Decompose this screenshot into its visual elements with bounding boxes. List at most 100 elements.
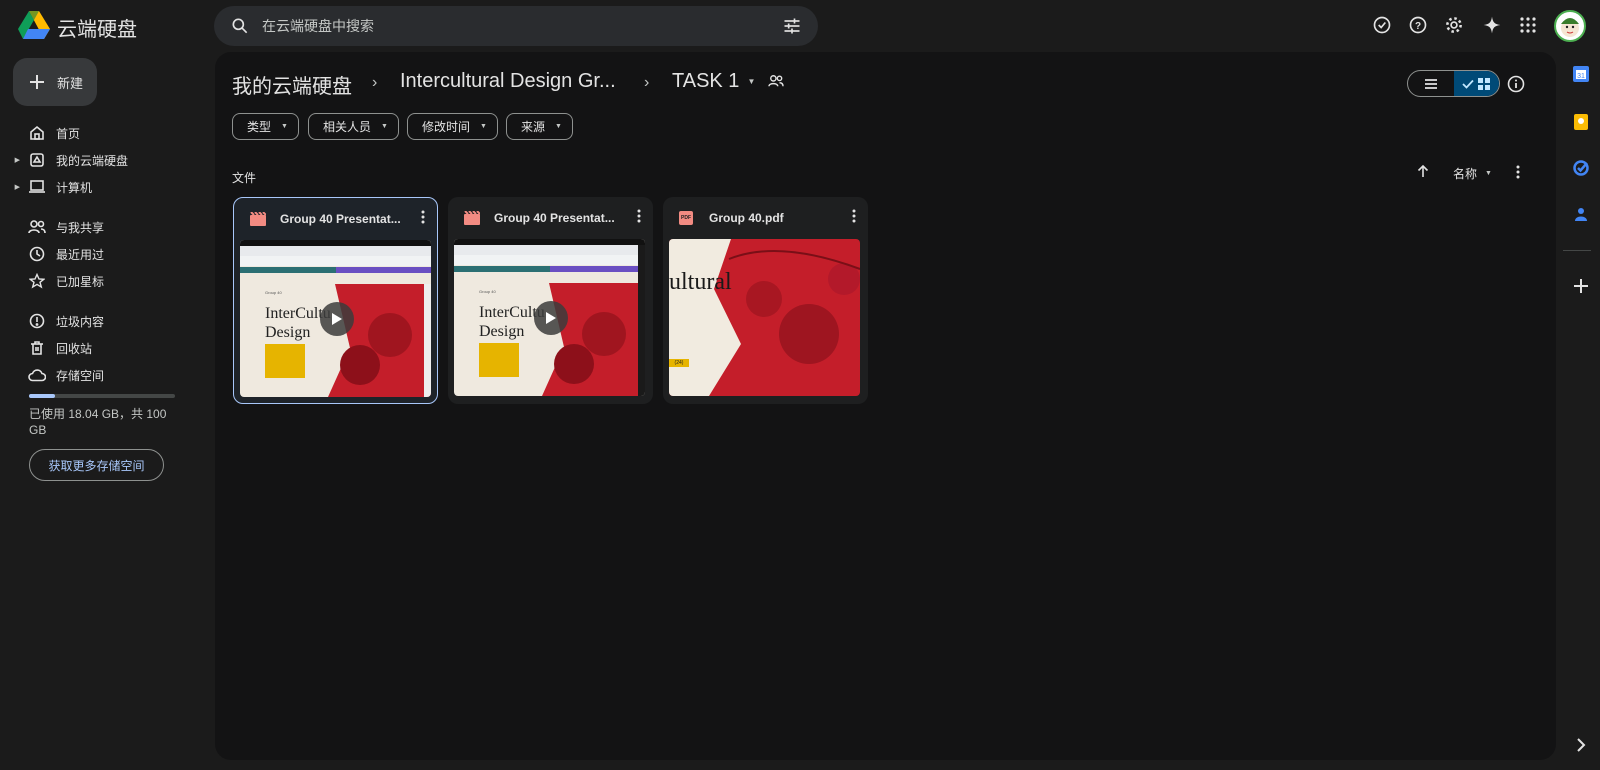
grid-view-button[interactable] — [1453, 71, 1499, 96]
plus-icon — [29, 74, 45, 90]
sidebar-item-computers[interactable]: ▶ 计算机 — [0, 174, 200, 200]
sort-by-name-button[interactable]: 名称 ▼ — [1453, 165, 1492, 182]
chevron-down-icon: ▼ — [747, 77, 756, 86]
search-options-icon[interactable] — [782, 16, 802, 36]
calendar-icon[interactable]: 31 — [1571, 64, 1591, 84]
account-avatar[interactable] — [1554, 10, 1586, 42]
file-card[interactable]: Group 40 Presentat... InterCultu Design G… — [448, 197, 653, 404]
search-input[interactable] — [262, 6, 742, 46]
search-icon[interactable] — [230, 16, 250, 36]
sidebar-item-shared[interactable]: 与我共享 — [0, 214, 200, 240]
star-icon — [28, 272, 46, 290]
video-file-icon — [464, 211, 480, 225]
apps-grid-icon[interactable] — [1516, 13, 1540, 37]
list-view-icon — [1424, 78, 1437, 89]
contacts-icon[interactable] — [1571, 204, 1591, 224]
storage-usage-fill — [29, 394, 56, 398]
dropdown-arrow-icon: ▼ — [281, 123, 288, 130]
file-thumbnail: ultural (24) — [669, 239, 860, 396]
thumbnail-heading: ultural — [669, 269, 732, 295]
trash-icon — [28, 339, 46, 357]
cloud-icon — [28, 366, 46, 384]
home-icon — [28, 124, 46, 142]
more-options-icon[interactable] — [421, 210, 425, 224]
add-addon-plus-icon[interactable] — [1571, 276, 1591, 296]
sidebar-item-label: 计算机 — [56, 180, 93, 195]
clock-icon — [28, 245, 46, 263]
sidebar-item-spam[interactable]: 垃圾内容 — [0, 308, 200, 334]
sort-label: 名称 — [1453, 167, 1478, 181]
filter-modified-chip[interactable]: 修改时间 ▼ — [407, 113, 498, 140]
sidebar-item-starred[interactable]: 已加星标 — [0, 268, 200, 294]
shared-folder-icon[interactable] — [768, 74, 784, 88]
dropdown-arrow-icon: ▼ — [1485, 170, 1492, 177]
thumbnail-highlight: (24) — [669, 359, 689, 367]
breadcrumb-parent[interactable]: Intercultural Design Gr... — [400, 70, 616, 93]
sidebar-item-label: 存储空间 — [56, 368, 105, 383]
dropdown-arrow-icon: ▼ — [480, 123, 487, 130]
filter-type-chip[interactable]: 类型 ▼ — [232, 113, 299, 140]
dropdown-arrow-icon: ▼ — [555, 123, 562, 130]
filter-source-chip[interactable]: 来源 ▼ — [506, 113, 573, 140]
pdf-file-icon: PDF — [679, 211, 693, 225]
info-icon[interactable] — [1507, 75, 1525, 93]
file-card[interactable]: PDF Group 40.pdf ultural (24) — [663, 197, 868, 404]
view-toggle[interactable] — [1407, 70, 1500, 97]
sidebar-item-recent[interactable]: 最近用过 — [0, 241, 200, 267]
main-panel — [215, 52, 1556, 760]
chip-label: 类型 — [247, 120, 272, 134]
get-more-storage-button[interactable]: 获取更多存储空间 — [29, 449, 164, 481]
breadcrumb-current[interactable]: TASK 1 ▼ — [672, 70, 755, 93]
breadcrumb-root[interactable]: 我的云端硬盘 — [232, 70, 352, 99]
current-folder-name: TASK 1 — [672, 70, 740, 92]
filter-people-chip[interactable]: 相关人员 ▼ — [308, 113, 399, 140]
sidebar-item-label: 回收站 — [56, 341, 93, 356]
file-name: Group 40.pdf — [709, 211, 784, 225]
storage-usage-bar — [29, 394, 175, 398]
grid-view-icon — [1478, 77, 1491, 90]
keep-icon[interactable] — [1571, 112, 1591, 132]
sidebar-item-trash[interactable]: 回收站 — [0, 335, 200, 361]
storage-usage-text: 已使用 18.04 GB，共 100 GB — [29, 407, 167, 437]
spam-icon — [28, 312, 46, 330]
offline-status-icon[interactable] — [1370, 13, 1394, 37]
chip-label: 来源 — [521, 120, 546, 134]
file-thumbnail: InterCultu Design Group 40 — [240, 240, 431, 397]
expand-caret-icon[interactable]: ▶ — [0, 183, 22, 191]
expand-panel-chevron-icon[interactable] — [1571, 735, 1591, 755]
dropdown-arrow-icon: ▼ — [381, 123, 388, 130]
more-options-icon[interactable] — [637, 209, 641, 223]
sidebar-item-home[interactable]: 首页 — [0, 120, 200, 146]
rail-divider — [1563, 250, 1591, 251]
more-options-icon[interactable] — [852, 209, 856, 223]
search-bar[interactable] — [214, 6, 818, 46]
svg-text:31: 31 — [1577, 73, 1585, 80]
file-thumbnail: InterCultu Design Group 40 — [454, 239, 645, 396]
new-button[interactable]: 新建 — [13, 58, 97, 106]
sidebar-item-label: 垃圾内容 — [56, 314, 105, 329]
my-drive-icon — [28, 151, 46, 169]
svg-text:?: ? — [1415, 21, 1421, 32]
sidebar-item-label: 我的云端硬盘 — [56, 153, 129, 168]
play-icon — [534, 301, 568, 335]
chevron-right-icon: › — [644, 74, 650, 91]
app-title: 云端硬盘 — [57, 19, 137, 41]
sidebar-item-label: 已加星标 — [56, 274, 105, 289]
list-view-button[interactable] — [1408, 71, 1454, 96]
sidebar-item-label: 最近用过 — [56, 247, 105, 262]
settings-gear-icon[interactable] — [1442, 13, 1466, 37]
computer-icon — [28, 178, 46, 196]
sort-direction-arrow-icon[interactable] — [1416, 164, 1430, 178]
more-options-icon[interactable] — [1516, 165, 1520, 179]
chip-label: 相关人员 — [323, 120, 372, 134]
help-icon[interactable]: ? — [1406, 13, 1430, 37]
file-card[interactable]: Group 40 Presentat... InterCultu Design G… — [233, 197, 438, 404]
drive-logo-icon[interactable] — [18, 11, 50, 39]
sidebar-item-storage[interactable]: 存储空间 — [0, 362, 200, 388]
sidebar-item-my-drive[interactable]: ▶ 我的云端硬盘 — [0, 147, 200, 173]
tasks-icon[interactable] — [1571, 158, 1591, 178]
expand-caret-icon[interactable]: ▶ — [0, 156, 22, 164]
gemini-sparkle-icon[interactable] — [1480, 13, 1504, 37]
shared-icon — [28, 218, 46, 236]
video-file-icon — [250, 212, 266, 226]
